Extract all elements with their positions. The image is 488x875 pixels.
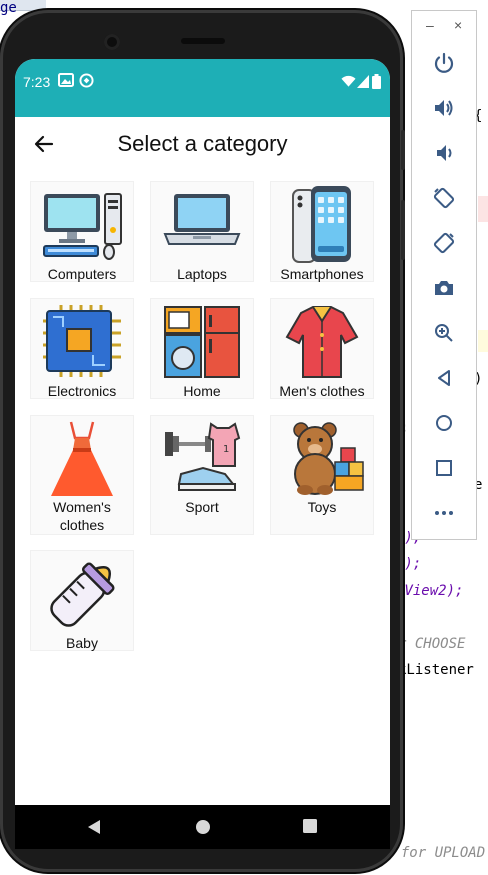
category-label: Smartphones [280,266,364,282]
page-title: Select a category [117,131,288,156]
app-bar: Select a category [15,117,390,175]
code-fragment: kListener [398,662,474,678]
volume-down-icon[interactable] [432,141,456,165]
more-icon[interactable] [432,501,456,525]
smartphone-icon [292,186,351,263]
category-home[interactable]: Home [150,298,254,399]
minimize-button[interactable]: – [426,17,434,33]
chip-icon [43,305,121,377]
computer-icon [43,193,122,260]
overview-icon[interactable] [432,456,456,480]
category-label: Baby [66,635,98,651]
back-triangle-icon[interactable] [87,819,101,835]
home-icon[interactable] [432,411,456,435]
category-mens-clothes[interactable]: Men's clothes [270,298,374,399]
back-icon[interactable] [432,366,456,390]
category-label: Women's clothes [53,499,111,533]
category-baby[interactable]: Baby [30,550,134,651]
app-screen: 7:23 Select a category Computers Laptops… [15,59,390,805]
category-label: Home [183,383,221,399]
shirt-icon [285,306,359,378]
sport-icon: 1 [165,422,241,491]
status-time: 7:23 [23,74,51,90]
home-appliances-icon [164,306,240,378]
battery-icon [372,74,381,89]
home-circle-icon[interactable] [195,819,211,835]
zoom-icon[interactable] [432,321,456,345]
baby-bottle-icon [50,562,115,627]
power-icon[interactable] [432,51,456,75]
teddy-bear-icon [293,422,364,495]
code-fragment: ge [0,0,17,16]
code-fragment: n for UPLOAD [384,845,486,861]
signal-icon [357,75,369,88]
category-computers[interactable]: Computers [30,181,134,282]
category-laptops[interactable]: Laptops [150,181,254,282]
svg-text:1: 1 [223,444,229,455]
category-sport[interactable]: 1 Sport [150,415,254,535]
laptop-icon [163,194,241,245]
wifi-icon [341,75,356,87]
volume-rocker[interactable] [401,200,405,260]
dress-icon [51,421,113,496]
recents-square-icon[interactable] [303,819,317,833]
system-nav-bar [15,805,390,849]
camera-icon[interactable] [432,276,456,300]
front-camera [104,34,120,50]
rotate-right-icon[interactable] [432,231,456,255]
code-fragment: eView2); [396,583,464,599]
category-label: Sport [185,499,219,515]
code-fragment: r CHOOSE [398,636,466,652]
category-label: Men's clothes [279,383,365,399]
category-smartphones[interactable]: Smartphones [270,181,374,282]
close-button[interactable]: × [454,17,462,33]
volume-up-icon[interactable] [432,96,456,120]
image-icon [58,73,74,87]
category-label: Electronics [47,383,117,399]
warning-highlight [478,330,488,352]
category-toys[interactable]: Toys [270,415,374,535]
emulator-header: – × [412,11,476,41]
power-key[interactable] [401,130,405,170]
category-label: Laptops [177,266,227,282]
status-bar: 7:23 [15,59,390,117]
category-label: Computers [47,266,117,282]
error-highlight [478,196,488,222]
category-label: Toys [307,499,337,515]
category-womens-clothes[interactable]: Women's clothes [30,415,134,535]
emulator-toolbar: – × [411,10,477,540]
rotate-left-icon[interactable] [432,186,456,210]
sync-icon [79,73,94,88]
category-electronics[interactable]: Electronics [30,298,134,399]
earpiece [181,38,225,44]
